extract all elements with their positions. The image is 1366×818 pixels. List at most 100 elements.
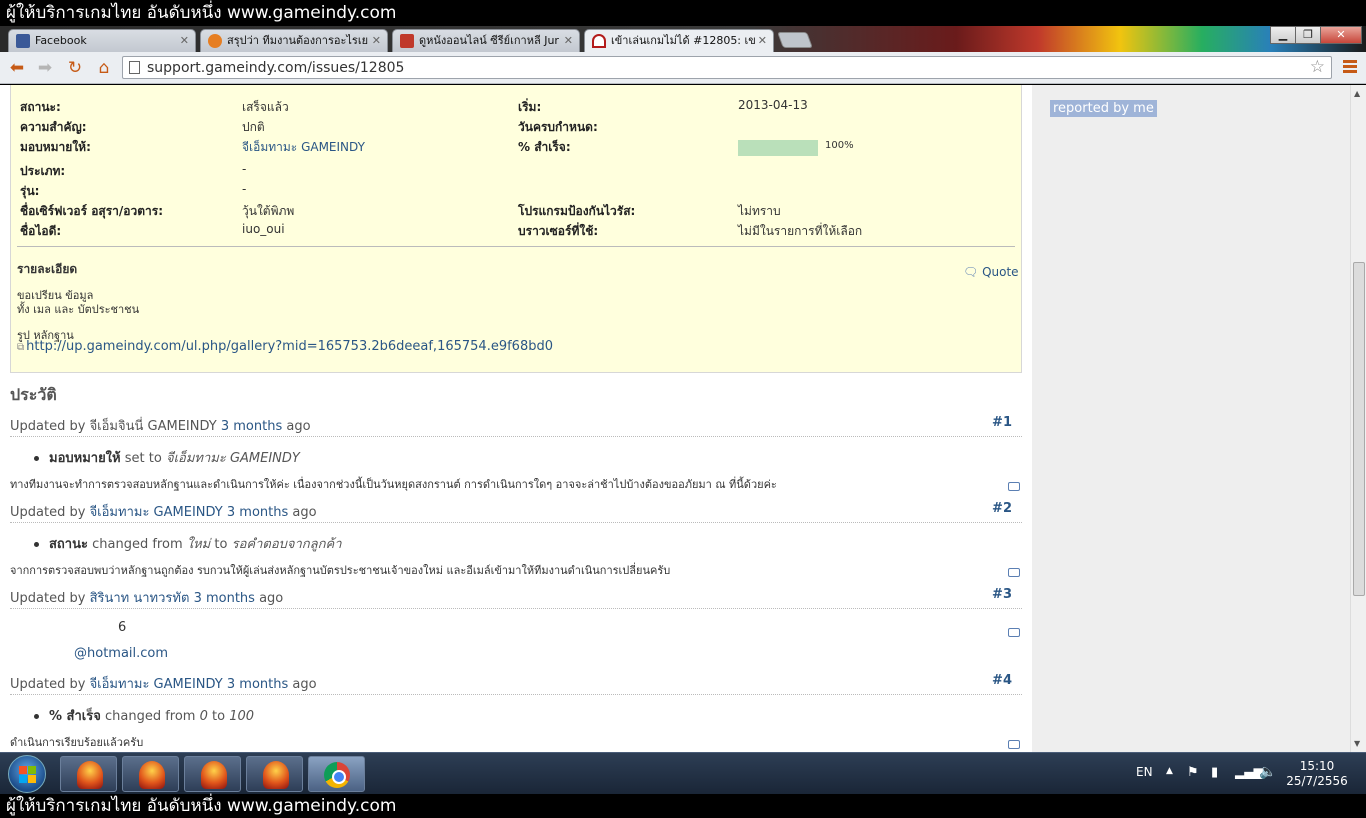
game-icon bbox=[139, 761, 165, 789]
evidence-link-text: http://up.gameindy.com/ul.php/gallery?mi… bbox=[26, 339, 553, 354]
game-icon bbox=[263, 761, 289, 789]
clock-date: 25/7/2556 bbox=[1286, 774, 1348, 788]
id-value: iuo_oui bbox=[242, 222, 285, 236]
journal-number-link[interactable]: #1 bbox=[992, 415, 1012, 430]
forward-icon[interactable]: ➡ bbox=[34, 58, 56, 78]
journal-author: จีเอ็มจินนี่ GAMEINDY bbox=[89, 419, 217, 434]
quote-button[interactable]: 🗨 Quote bbox=[963, 265, 1019, 279]
journal-author-link[interactable]: จีเอ็มทามะ GAMEINDY bbox=[90, 505, 223, 520]
id-label: ชื่อไอดี: bbox=[20, 224, 62, 238]
ago-label: ago bbox=[292, 677, 317, 692]
close-icon[interactable]: ✕ bbox=[564, 30, 573, 51]
menu-icon[interactable] bbox=[1343, 60, 1357, 76]
reported-by-me-link[interactable]: reported by me bbox=[1050, 100, 1157, 117]
taskbar-game-button[interactable] bbox=[246, 756, 303, 792]
sidebar: reported by me bbox=[1032, 85, 1350, 752]
journal-header: Updated by จีเอ็มจินนี่ GAMEINDY 3 month… bbox=[10, 415, 1022, 437]
journal-number-link[interactable]: #2 bbox=[992, 501, 1012, 516]
browser-label: บราวเซอร์ที่ใช้: bbox=[518, 224, 599, 238]
url-input[interactable] bbox=[147, 59, 1297, 77]
restore-button[interactable]: ❐ bbox=[1295, 26, 1321, 44]
show-hidden-icons[interactable]: ▲ bbox=[1166, 766, 1173, 776]
star-icon[interactable]: ☆ bbox=[1310, 57, 1325, 77]
journal-number-link[interactable]: #4 bbox=[992, 673, 1012, 688]
clock[interactable]: 15:10 25/7/2556 bbox=[1280, 759, 1354, 789]
journal-number-link[interactable]: #3 bbox=[992, 587, 1012, 602]
home-icon[interactable]: ⌂ bbox=[93, 58, 115, 78]
journal-time-link[interactable]: 3 months bbox=[221, 419, 282, 434]
facebook-icon bbox=[16, 34, 30, 48]
issue-details: สถานะ: เสร็จแล้ว ความสำคัญ: ปกติ มอบหมาย… bbox=[10, 85, 1022, 373]
category-value: - bbox=[242, 162, 247, 176]
journal-time-link[interactable]: 3 months bbox=[227, 677, 288, 692]
ago-label: ago bbox=[259, 591, 284, 606]
tab-title: เข้าเล่นเกมไม่ได้ #12805: เข bbox=[611, 34, 756, 47]
tab-facebook[interactable]: Facebook ✕ bbox=[8, 29, 196, 52]
address-bar[interactable]: ☆ bbox=[122, 56, 1332, 79]
journal-author-link[interactable]: จีเอ็มทามะ GAMEINDY bbox=[90, 677, 223, 692]
taskbar-game-button[interactable] bbox=[122, 756, 179, 792]
evidence-link[interactable]: ⧉ http://up.gameindy.com/ul.php/gallery?m… bbox=[17, 339, 553, 354]
reload-icon[interactable]: ↻ bbox=[64, 58, 86, 78]
comment-icon[interactable] bbox=[1008, 740, 1020, 749]
power-icon[interactable]: ▮ bbox=[1211, 765, 1218, 780]
journal-detail: % สำเร็จ changed from 0 to 100 bbox=[34, 705, 254, 726]
tab-summary[interactable]: สรุปว่า ทีมงานต้องการอะไรเย ✕ bbox=[200, 29, 388, 52]
scroll-thumb[interactable] bbox=[1353, 262, 1365, 596]
start-label: เริ่ม: bbox=[518, 100, 542, 114]
comment-icon[interactable] bbox=[1008, 568, 1020, 577]
assignee-link[interactable]: จีเอ็มทามะ GAMEINDY bbox=[242, 138, 365, 157]
minimize-button[interactable]: ▁ bbox=[1270, 26, 1296, 44]
detail-text: set to bbox=[124, 451, 162, 466]
email-link[interactable]: @hotmail.com bbox=[74, 646, 168, 661]
journal-time-link[interactable]: 3 months bbox=[194, 591, 255, 606]
bullet-icon bbox=[34, 714, 39, 719]
screen: ผู้ให้บริการเกมไทย อันดับหนึ่ง www.gamei… bbox=[0, 0, 1366, 818]
journal-note: 6 bbox=[118, 620, 127, 635]
scroll-down-icon[interactable]: ▼ bbox=[1354, 739, 1360, 748]
journal-header: Updated by สิรินาท นาทวรทัต 3 months ago… bbox=[10, 587, 1022, 609]
taskbar-game-button[interactable] bbox=[60, 756, 117, 792]
bottom-banner: ผู้ให้บริการเกมไทย อันดับหนึ่ง www.gamei… bbox=[0, 794, 1366, 818]
journal-author-link[interactable]: สิรินาท นาทวรทัต bbox=[90, 591, 190, 606]
external-link-icon: ⧉ bbox=[17, 342, 25, 353]
antivirus-label: โปรแกรมป้องกันไวรัส: bbox=[518, 204, 636, 218]
close-icon[interactable]: ✕ bbox=[758, 30, 767, 51]
journal-detail: สถานะ changed from ใหม่ to รอคำตอบจากลูก… bbox=[34, 533, 342, 554]
action-center-icon[interactable]: ⚑ bbox=[1187, 765, 1199, 780]
tab-issue[interactable]: เข้าเล่นเกมไม่ได้ #12805: เข ✕ bbox=[584, 29, 774, 52]
detail-from: 0 bbox=[199, 709, 208, 724]
close-icon[interactable]: ✕ bbox=[372, 30, 381, 51]
page-icon bbox=[129, 61, 140, 74]
taskbar-chrome-button[interactable] bbox=[308, 756, 365, 792]
start-button[interactable] bbox=[8, 755, 46, 793]
journal-time-link[interactable]: 3 months bbox=[227, 505, 288, 520]
taskbar-game-button[interactable] bbox=[184, 756, 241, 792]
ago-label: ago bbox=[292, 505, 317, 520]
new-tab-button[interactable] bbox=[777, 32, 813, 48]
progress-bar bbox=[738, 140, 818, 156]
comment-icon[interactable] bbox=[1008, 482, 1020, 491]
back-icon[interactable]: ⬅ bbox=[6, 58, 28, 78]
game-icon bbox=[77, 761, 103, 789]
priority-label: ความสำคัญ: bbox=[20, 120, 87, 134]
close-icon[interactable]: ✕ bbox=[180, 30, 189, 51]
detail-to-word: to bbox=[212, 709, 226, 724]
language-indicator[interactable]: EN bbox=[1136, 765, 1153, 779]
vertical-scrollbar[interactable]: ▲ ▼ bbox=[1350, 85, 1366, 752]
detail-field: มอบหมายให้ bbox=[49, 451, 121, 466]
windows-icon bbox=[19, 766, 37, 784]
tab-movies[interactable]: ดูหนังออนไลน์ ซีรีย์เกาหลี Jur ✕ bbox=[392, 29, 580, 52]
bullet-icon bbox=[34, 542, 39, 547]
updated-by-label: Updated by bbox=[10, 505, 86, 520]
clock-time: 15:10 bbox=[1299, 759, 1335, 773]
detail-text: changed from bbox=[104, 709, 196, 724]
volume-icon[interactable]: 🔈 bbox=[1259, 764, 1276, 780]
scroll-up-icon[interactable]: ▲ bbox=[1354, 89, 1360, 98]
category-label: ประเภท: bbox=[20, 164, 66, 178]
cat-icon bbox=[208, 34, 222, 48]
comment-icon[interactable] bbox=[1008, 628, 1020, 637]
close-window-button[interactable]: ✕ bbox=[1320, 26, 1362, 44]
journal-note: ทางทีมงานจะทำการตรวจสอบหลักฐานและดำเนินก… bbox=[10, 478, 777, 491]
detail-to: รอคำตอบจากลูกค้า bbox=[231, 537, 342, 552]
